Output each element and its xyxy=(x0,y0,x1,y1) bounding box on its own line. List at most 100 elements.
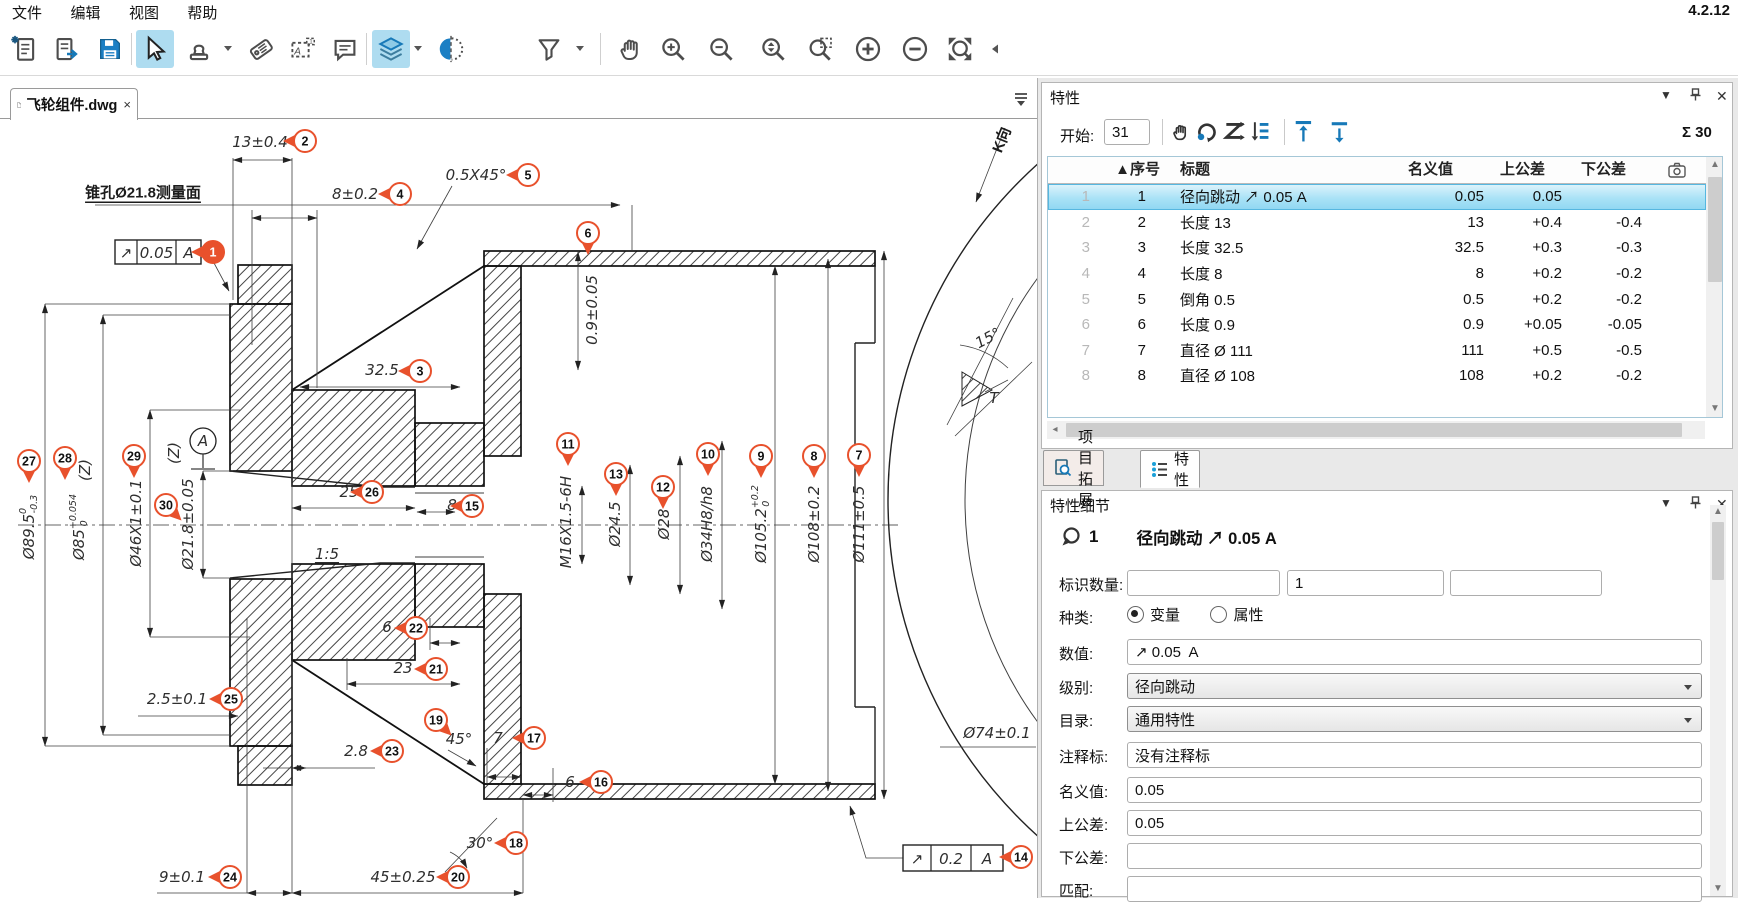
mirror-view-icon[interactable] xyxy=(432,30,470,68)
move-bottom-icon[interactable] xyxy=(1328,119,1352,145)
lower-tolerance-label: 下公差: xyxy=(1059,847,1108,868)
table-row[interactable]: 22长度 1313+0.4-0.4 xyxy=(1048,210,1706,236)
start-number-input[interactable] xyxy=(1104,119,1150,145)
zoom-window-icon[interactable] xyxy=(802,30,840,68)
details-vscrollbar[interactable]: ▲ ▼ xyxy=(1710,505,1726,896)
balloon-marker[interactable]: 25 xyxy=(209,688,242,710)
column-header-no[interactable]: ▲序号 xyxy=(1048,157,1160,183)
pick-hand-icon[interactable] xyxy=(1170,119,1192,145)
balloon-marker[interactable]: 18 xyxy=(494,832,527,854)
open-document-icon[interactable] xyxy=(48,30,86,68)
note-input[interactable] xyxy=(1127,742,1702,768)
tab-list-menu-icon[interactable] xyxy=(1012,90,1030,113)
lower-tolerance-input[interactable] xyxy=(1127,843,1702,869)
balloon-marker[interactable]: 5 xyxy=(506,164,539,186)
document-tab[interactable]: 飞轮组件.dwg × xyxy=(10,88,138,120)
id-count-input-1[interactable] xyxy=(1127,570,1280,596)
drawing-canvas[interactable]: 13±0.48±0.20.5X45°32.52581:56232.5±0.12.… xyxy=(0,78,1037,898)
zoom-out-icon[interactable] xyxy=(702,30,740,68)
nominal-input[interactable] xyxy=(1127,777,1702,803)
table-row[interactable]: 33长度 32.532.5+0.3-0.3 xyxy=(1048,235,1706,261)
column-header-upper[interactable]: 上公差 xyxy=(1500,157,1545,183)
sort-list-icon[interactable] xyxy=(1250,119,1276,145)
balloon-marker[interactable]: 20 xyxy=(436,866,469,888)
table-vscrollbar[interactable]: ▲ ▼ xyxy=(1706,157,1723,417)
balloon-marker[interactable]: 9 xyxy=(750,445,772,478)
increase-icon[interactable] xyxy=(849,30,887,68)
id-count-input-2[interactable] xyxy=(1287,570,1444,596)
layers-icon[interactable] xyxy=(372,30,410,68)
renumber-icon[interactable] xyxy=(1194,119,1220,145)
move-top-icon[interactable] xyxy=(1292,119,1316,145)
zigzag-order-icon[interactable] xyxy=(1222,119,1248,145)
tag-icon[interactable] xyxy=(242,30,280,68)
balloon-marker[interactable]: 19 xyxy=(425,709,452,736)
save-icon[interactable] xyxy=(91,30,129,68)
balloon-marker[interactable]: 27 xyxy=(18,450,40,483)
tab-project-expand[interactable]: 项目拓展 xyxy=(1043,450,1104,486)
decrease-icon[interactable] xyxy=(896,30,934,68)
stamp-icon[interactable] xyxy=(180,30,218,68)
balloon-marker[interactable]: 14 xyxy=(999,846,1032,868)
column-header-nominal[interactable]: 名义值 xyxy=(1408,157,1453,183)
table-row[interactable]: 11径向跳动 ↗ 0.05 A0.050.05 xyxy=(1048,184,1706,210)
new-document-icon[interactable] xyxy=(6,30,44,68)
level-dropdown[interactable]: 径向跳动 xyxy=(1127,673,1702,699)
filter-dropdown-icon[interactable] xyxy=(576,46,584,51)
layers-dropdown-icon[interactable] xyxy=(414,46,422,51)
balloon-marker[interactable]: 2 xyxy=(283,130,316,152)
comment-icon[interactable] xyxy=(326,30,364,68)
radio-attribute[interactable] xyxy=(1210,606,1227,623)
menu-view[interactable]: 视图 xyxy=(117,2,171,23)
table-row[interactable]: 77直径 Ø 111111+0.5-0.5 xyxy=(1048,338,1706,364)
region-select-icon[interactable]: A1 xyxy=(284,30,322,68)
pan-hand-icon[interactable] xyxy=(612,30,650,68)
tab-close-icon[interactable]: × xyxy=(123,97,131,112)
balloon-marker[interactable]: 10 xyxy=(697,443,719,476)
filter-icon[interactable] xyxy=(530,30,568,68)
balloon-marker[interactable]: 24 xyxy=(208,866,241,888)
id-count-input-3[interactable] xyxy=(1450,570,1602,596)
menu-edit[interactable]: 编辑 xyxy=(58,2,112,23)
pin-icon[interactable] xyxy=(1690,496,1701,512)
balloon-marker[interactable]: 29 xyxy=(123,445,145,478)
match-input[interactable] xyxy=(1127,876,1702,902)
panel-menu-icon[interactable]: ▼ xyxy=(1660,496,1672,510)
radio-variable[interactable] xyxy=(1127,606,1144,623)
balloon-marker[interactable]: 4 xyxy=(378,183,411,205)
balloon-marker[interactable]: 23 xyxy=(370,740,403,762)
table-row[interactable]: 88直径 Ø 108108+0.2-0.2 xyxy=(1048,363,1706,389)
balloon-marker[interactable]: 11 xyxy=(557,433,579,466)
balloon-marker[interactable]: 13 xyxy=(605,463,627,496)
tab-characteristics[interactable]: 特性 xyxy=(1140,450,1200,488)
column-header-title[interactable]: 标题 xyxy=(1180,157,1210,183)
catalog-dropdown[interactable]: 通用特性 xyxy=(1127,706,1702,732)
zoom-extents-icon[interactable] xyxy=(754,30,792,68)
menu-help[interactable]: 帮助 xyxy=(175,2,229,23)
select-cursor-icon[interactable] xyxy=(136,30,174,68)
close-icon[interactable]: ✕ xyxy=(1716,88,1728,105)
upper-tolerance-input[interactable] xyxy=(1127,810,1702,836)
zoom-fit-screen-icon[interactable] xyxy=(941,30,979,68)
zoom-in-icon[interactable] xyxy=(654,30,692,68)
balloon-marker[interactable]: 21 xyxy=(414,658,447,680)
balloon-marker[interactable]: 3 xyxy=(398,360,431,382)
table-row[interactable]: 44长度 88+0.2-0.2 xyxy=(1048,261,1706,287)
table-row[interactable]: 66长度 0.90.9+0.05-0.05 xyxy=(1048,312,1706,338)
collapse-toolbar-icon[interactable] xyxy=(986,30,1004,68)
pin-icon[interactable] xyxy=(1690,88,1701,104)
table-row[interactable]: 55倒角 0.50.5+0.2-0.2 xyxy=(1048,286,1706,312)
panel-menu-icon[interactable]: ▼ xyxy=(1660,88,1672,102)
balloon-marker[interactable]: 8 xyxy=(803,445,825,478)
snapshot-camera-icon[interactable] xyxy=(1668,162,1687,183)
menu-file[interactable]: 文件 xyxy=(0,2,54,23)
balloon-marker[interactable]: 28 xyxy=(54,447,76,480)
table-hscrollbar[interactable]: ◂ xyxy=(1047,421,1705,439)
balloon-marker[interactable]: 7 xyxy=(848,444,870,477)
balloon-marker[interactable]: 12 xyxy=(652,476,674,509)
column-header-lower[interactable]: 下公差 xyxy=(1581,157,1626,183)
balloon-marker[interactable]: 6 xyxy=(577,222,599,255)
balloon-marker[interactable]: 30 xyxy=(155,494,182,521)
value-input[interactable] xyxy=(1127,639,1702,665)
stamp-dropdown-icon[interactable] xyxy=(224,46,232,51)
